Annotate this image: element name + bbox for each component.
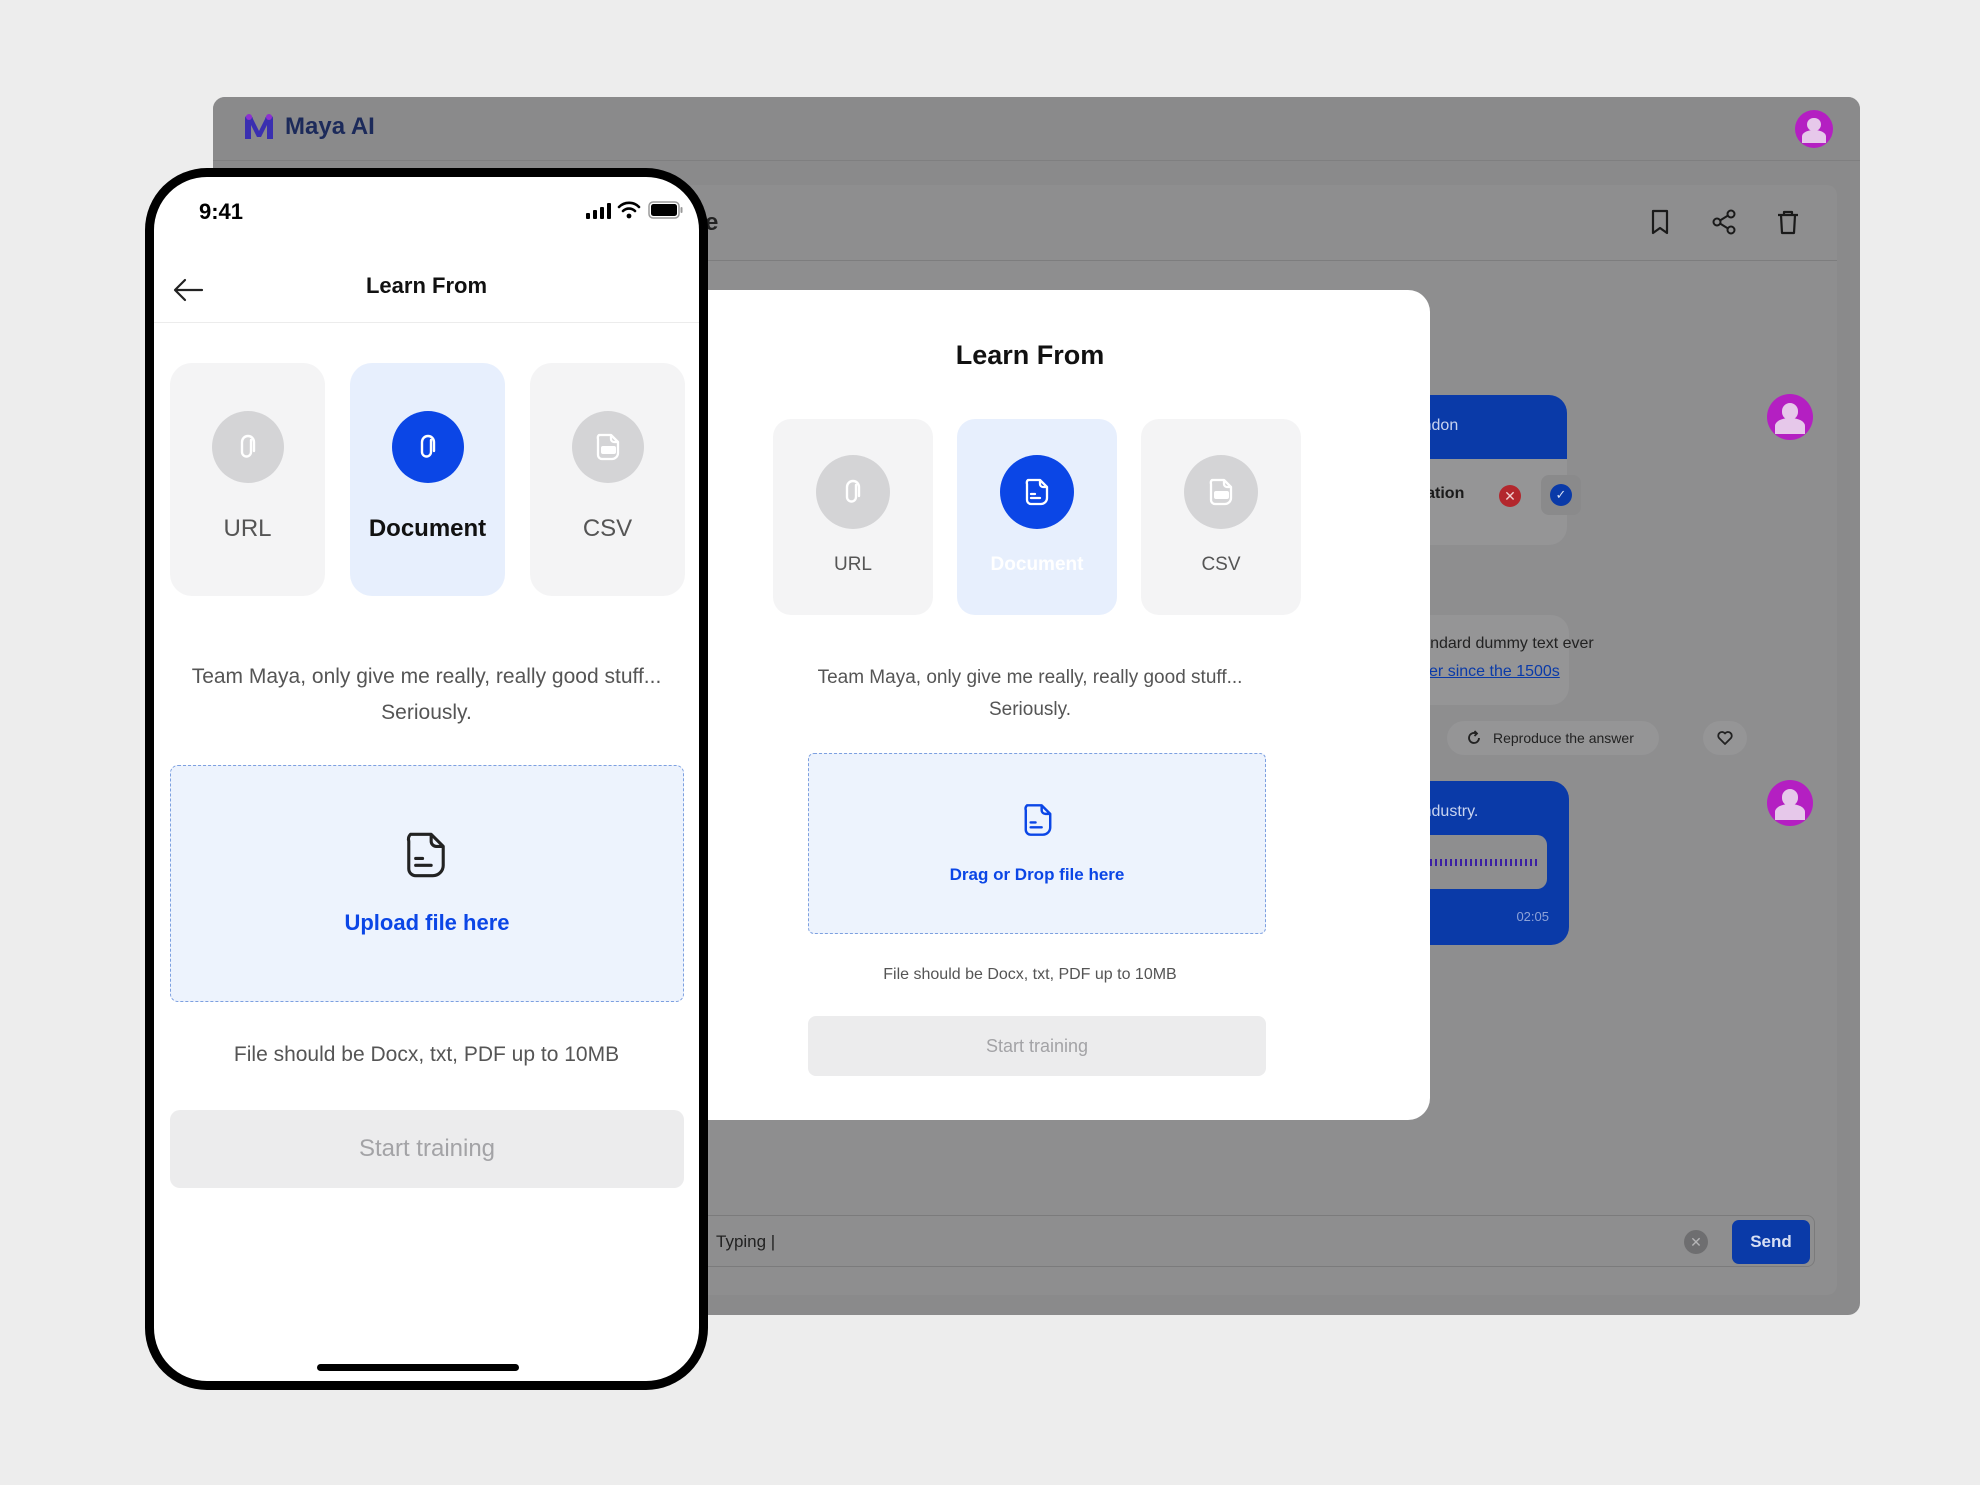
- option-label: URL: [833, 554, 872, 575]
- phone-option-document[interactable]: Document: [350, 363, 505, 596]
- file-drop-zone[interactable]: Drag or Drop file here: [808, 753, 1266, 934]
- paperclip-icon: [420, 434, 436, 458]
- battery-icon: [648, 201, 683, 219]
- csv-file-icon: [596, 433, 620, 461]
- user-message-avatar: [1767, 394, 1813, 440]
- document-icon: [1025, 478, 1049, 506]
- home-indicator[interactable]: [317, 1364, 519, 1371]
- brand[interactable]: Maya AI: [243, 113, 375, 141]
- upload-zone-label: Upload file here: [344, 910, 510, 935]
- heart-icon: [1717, 731, 1733, 745]
- status-time: 9:41: [199, 199, 244, 224]
- like-button[interactable]: [1703, 721, 1747, 755]
- chat-input-value: Typing |: [716, 1232, 776, 1251]
- wifi-icon: [617, 201, 641, 219]
- document-icon: [1024, 804, 1052, 836]
- reject-button[interactable]: ✕: [1499, 485, 1521, 507]
- phone-start-training-button[interactable]: Start training: [170, 1110, 684, 1188]
- phone-option-url[interactable]: URL: [170, 363, 325, 596]
- upload-zone[interactable]: Upload file here: [170, 765, 684, 1002]
- start-training-button[interactable]: Start training: [808, 1016, 1266, 1076]
- modal-description: Team Maya, only give me really, really g…: [817, 667, 1243, 720]
- option-url[interactable]: URL: [773, 419, 933, 615]
- status-bar: 9:41: [154, 177, 699, 237]
- reproduce-label: Reproduce the answer: [1493, 730, 1634, 746]
- top-bar: Maya AI: [213, 97, 1860, 161]
- phone-header: Learn From: [154, 257, 699, 323]
- phone-option-csv[interactable]: CSV: [530, 363, 685, 596]
- refresh-icon: [1468, 730, 1480, 744]
- bookmark-icon[interactable]: [1645, 207, 1675, 237]
- clear-input-icon[interactable]: ✕: [1684, 1230, 1708, 1254]
- phone-frame: 9:41 Learn From URL Document CSV Team Ma…: [145, 168, 708, 1390]
- maya-logo-icon: [245, 114, 273, 139]
- option-label: CSV: [582, 515, 633, 542]
- document-icon: [406, 832, 445, 878]
- option-label: CSV: [1201, 554, 1241, 575]
- phone-screen: 9:41 Learn From URL Document CSV Team Ma…: [154, 177, 699, 1381]
- file-requirements: File should be Docx, txt, PDF up to 10MB: [883, 966, 1177, 983]
- option-csv[interactable]: CSV: [1141, 419, 1301, 615]
- phone-file-requirements: File should be Docx, txt, PDF up to 10MB: [233, 1043, 620, 1066]
- trash-icon[interactable]: [1773, 207, 1803, 237]
- chat-input[interactable]: Typing | ✕ Send: [663, 1215, 1815, 1267]
- send-button[interactable]: Send: [1732, 1220, 1810, 1264]
- learn-from-modal: Learn From URL Document CSV Team Maya, o…: [630, 290, 1430, 1120]
- reproduce-button[interactable]: Reproduce the answer: [1447, 721, 1659, 755]
- paperclip-icon: [240, 434, 256, 458]
- option-label: Document: [990, 554, 1084, 575]
- user-avatar[interactable]: [1795, 110, 1833, 148]
- voice-duration: 02:05: [1516, 909, 1549, 924]
- accept-button[interactable]: ✓: [1541, 475, 1581, 515]
- voice-message-avatar: [1767, 780, 1813, 826]
- option-document[interactable]: Document: [957, 419, 1117, 615]
- drop-zone-label: Drag or Drop file here: [949, 865, 1125, 884]
- signal-icon: [586, 203, 611, 219]
- modal-title: Learn From: [955, 340, 1105, 370]
- option-label: URL: [223, 515, 272, 542]
- brand-name: Maya AI: [285, 113, 375, 140]
- phone-title: Learn From: [365, 273, 488, 298]
- csv-file-icon: [1209, 478, 1233, 506]
- option-label: Document: [368, 515, 487, 542]
- paperclip-icon: [845, 479, 861, 503]
- phone-description: Team Maya, only give me really, really g…: [191, 665, 662, 724]
- share-icon[interactable]: [1709, 207, 1739, 237]
